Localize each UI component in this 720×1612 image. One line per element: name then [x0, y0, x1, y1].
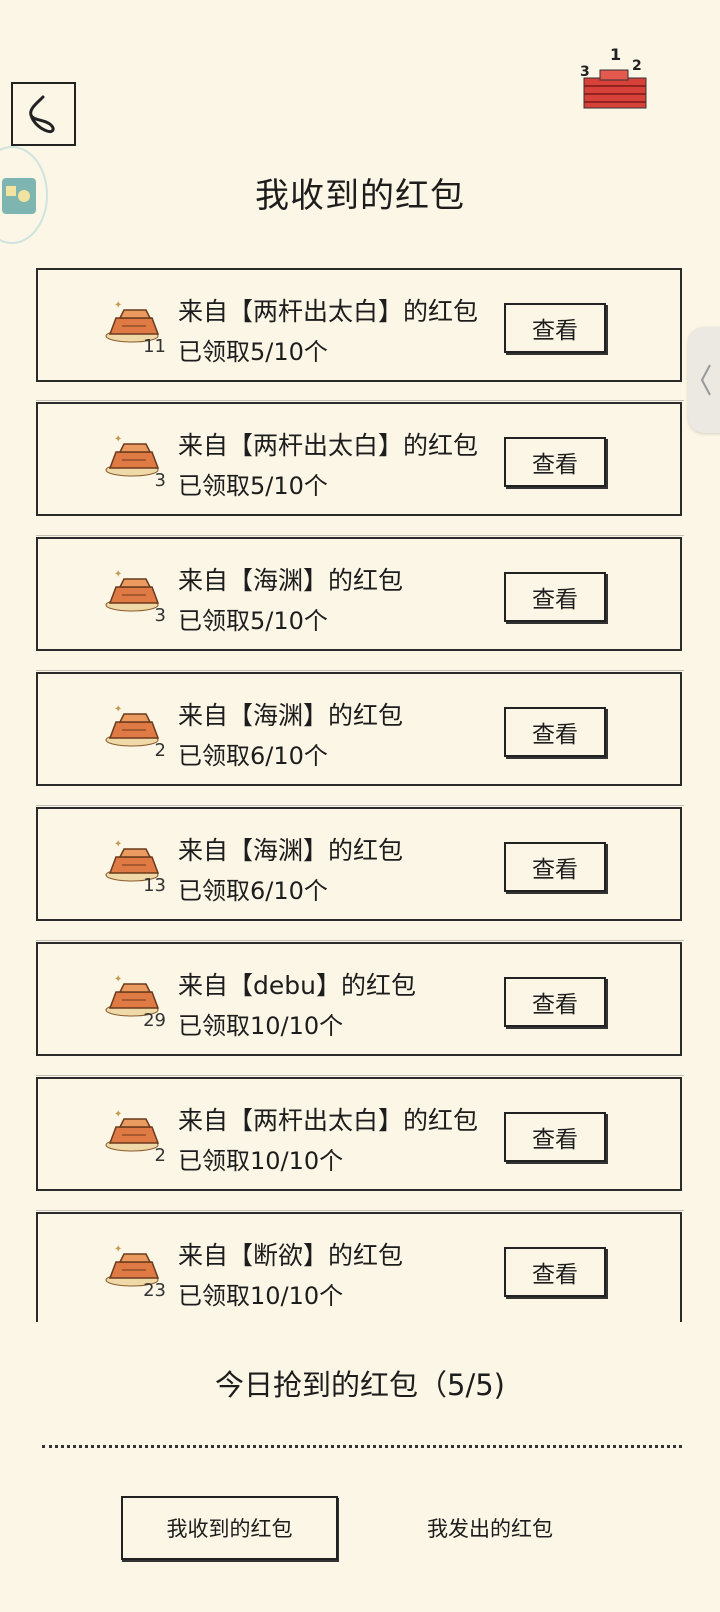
red-packet-card: ✦ 2 来自【两杆出太白】的红包 已领取10/10个 查看 — [36, 1075, 684, 1191]
packet-count: 2 — [154, 1145, 166, 1166]
view-button[interactable]: 查看 — [504, 303, 606, 353]
dotted-divider — [42, 1445, 682, 1452]
packet-progress: 已领取10/10个 — [178, 1012, 344, 1040]
svg-text:✦: ✦ — [114, 434, 122, 445]
red-packet-card: ✦ 23 来自【断欲】的红包 已领取10/10个 查看 — [36, 1210, 684, 1322]
svg-text:✦: ✦ — [114, 1244, 122, 1255]
packet-sender: 来自【debu】的红包 — [178, 971, 416, 1000]
svg-text:✦: ✦ — [114, 1109, 122, 1120]
packet-sender: 来自【海渊】的红包 — [178, 566, 404, 595]
packet-sender: 来自【断欲】的红包 — [178, 1241, 404, 1270]
packet-progress: 已领取6/10个 — [178, 877, 328, 905]
packet-count: 3 — [154, 470, 166, 491]
red-packet-card: ✦ 29 来自【debu】的红包 已领取10/10个 查看 — [36, 940, 684, 1056]
packet-sender: 来自【海渊】的红包 — [178, 836, 404, 865]
svg-text:✦: ✦ — [114, 704, 122, 715]
red-packet-card: ✦ 3 来自【海渊】的红包 已领取5/10个 查看 — [36, 535, 684, 651]
page-title: 我收到的红包 — [255, 176, 465, 216]
rank-third: 3 — [580, 64, 590, 80]
svg-text:✦: ✦ — [114, 300, 122, 311]
rank-second: 2 — [632, 58, 642, 74]
ranking-podium-icon[interactable]: 3 1 2 — [574, 44, 654, 114]
packet-count: 11 — [143, 336, 166, 357]
packet-count: 2 — [154, 740, 166, 761]
packet-sender: 来自【两杆出太白】的红包 — [178, 431, 479, 460]
tab-received[interactable]: 我收到的红包 — [121, 1496, 338, 1560]
packet-progress: 已领取5/10个 — [178, 472, 328, 500]
view-button[interactable]: 查看 — [504, 977, 606, 1027]
packet-sender: 来自【两杆出太白】的红包 — [178, 1106, 479, 1135]
view-button[interactable]: 查看 — [504, 842, 606, 892]
back-button[interactable] — [11, 82, 76, 146]
view-button[interactable]: 查看 — [504, 572, 606, 622]
today-grabbed-count: 今日抢到的红包（5/5) — [215, 1368, 505, 1402]
svg-text:✦: ✦ — [114, 839, 122, 850]
view-button[interactable]: 查看 — [504, 1247, 606, 1297]
back-arrow-icon — [28, 95, 55, 133]
view-button[interactable]: 查看 — [504, 437, 606, 487]
packet-progress: 已领取5/10个 — [178, 607, 328, 635]
rank-first: 1 — [610, 45, 621, 64]
packet-sender: 来自【两杆出太白】的红包 — [178, 297, 479, 326]
packet-progress: 已领取10/10个 — [178, 1282, 344, 1310]
view-button[interactable]: 查看 — [504, 707, 606, 757]
red-packet-card: ✦ 13 来自【海渊】的红包 已领取6/10个 查看 — [36, 805, 684, 921]
packet-count: 29 — [143, 1010, 166, 1031]
chevron-left-icon — [700, 364, 711, 396]
packet-sender: 来自【海渊】的红包 — [178, 701, 404, 730]
red-packet-card: ✦ 11 来自【两杆出太白】的红包 已领取5/10个 查看 — [36, 268, 682, 382]
packet-count: 13 — [143, 875, 166, 896]
svg-text:✦: ✦ — [114, 974, 122, 985]
packet-count: 3 — [154, 605, 166, 626]
packet-progress: 已领取5/10个 — [178, 338, 328, 366]
red-packet-card: ✦ 3 来自【两杆出太白】的红包 已领取5/10个 查看 — [36, 400, 684, 516]
red-packet-list[interactable]: ✦ 11 来自【两杆出太白】的红包 已领取5/10个 查看 ✦ 3 来自【两杆出… — [36, 268, 684, 1322]
packet-count: 23 — [143, 1280, 166, 1301]
svg-text:✦: ✦ — [114, 569, 122, 580]
tab-sent[interactable]: 我发出的红包 — [400, 1496, 580, 1560]
side-drawer-handle[interactable] — [688, 327, 720, 433]
packet-progress: 已领取10/10个 — [178, 1147, 344, 1175]
packet-progress: 已领取6/10个 — [178, 742, 328, 770]
view-button[interactable]: 查看 — [504, 1112, 606, 1162]
red-packet-card: ✦ 2 来自【海渊】的红包 已领取6/10个 查看 — [36, 670, 684, 786]
